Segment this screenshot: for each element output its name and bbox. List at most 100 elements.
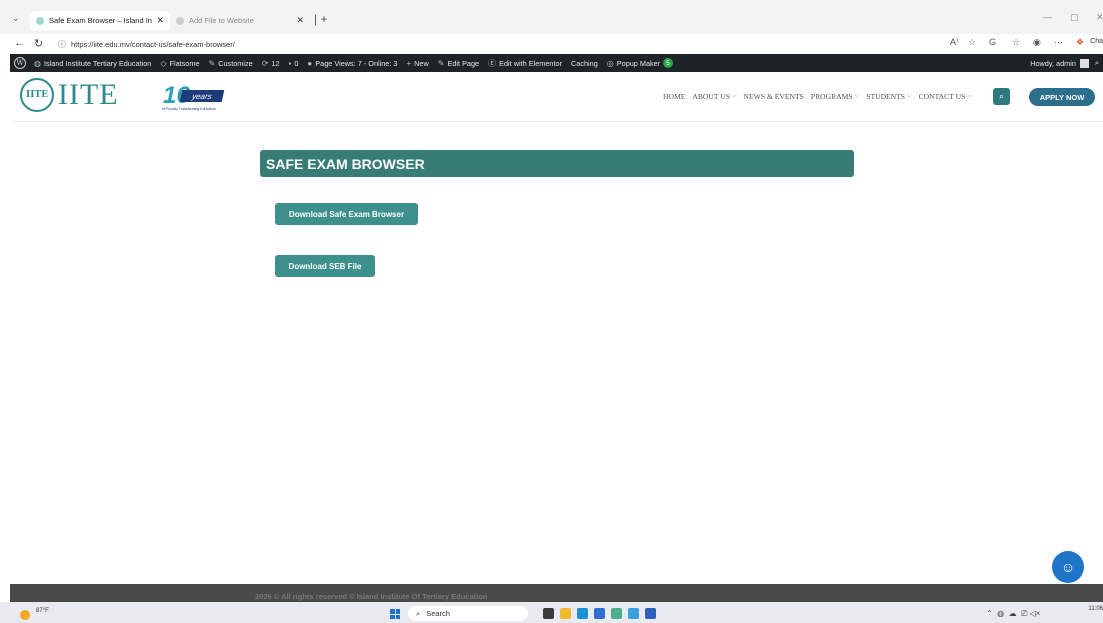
nav-home[interactable]: HOME [663, 92, 685, 101]
updates-icon: ⟳ [261, 58, 269, 68]
copilot-icon[interactable]: ❖ [1076, 37, 1084, 48]
favorite-star-icon[interactable]: ☆ [968, 37, 976, 48]
nav-news-events[interactable]: NEWS & EVENTS [744, 92, 804, 101]
avatar [1079, 58, 1089, 68]
nav-contact-us[interactable]: CONTACT US ⌵ [919, 92, 972, 101]
search-icon: ⌕ [416, 608, 421, 618]
wp-popup-maker[interactable]: ◎ Popup Maker 5 [607, 58, 673, 68]
wordpress-logo-icon[interactable]: W [14, 57, 26, 69]
site-info-icon[interactable]: ⓘ [58, 39, 66, 50]
wp-account[interactable]: Howdy, admin ⌕ [1030, 54, 1099, 72]
tab-close-icon[interactable]: ✕ [296, 15, 304, 26]
wp-site-name[interactable]: ◍ Island Institute Tertiary Education [34, 59, 151, 68]
favorites-icon[interactable]: ☆ [1012, 37, 1020, 48]
minimize-icon[interactable]: — [1043, 12, 1052, 22]
chatbot-robot-icon: ☺ [1060, 559, 1076, 575]
back-arrow-icon[interactable]: ← [14, 37, 25, 49]
taskbar-search-label: Search [426, 609, 450, 618]
chevron-down-icon: ⌵ [907, 93, 912, 99]
address-row: ← ↻ ⓘ https://iite.edu.mv/contact-us/saf… [0, 34, 1103, 54]
outlook-icon[interactable] [645, 608, 656, 619]
site-search-button[interactable]: ⌕ [993, 88, 1010, 105]
brush-icon: ✎ [208, 58, 216, 68]
app-icon[interactable] [628, 608, 639, 619]
years-ribbon: years [179, 90, 225, 102]
system-tray[interactable]: ⌃ ◍ ☁ ⎚ ◁× [986, 609, 1040, 619]
restore-icon[interactable]: ▢ [1070, 12, 1079, 23]
wp-edit-page[interactable]: ✎ Edit Page [438, 59, 479, 68]
download-safe-exam-browser-button[interactable]: Download Safe Exam Browser [275, 203, 418, 225]
weather-temperature[interactable]: 87°F [36, 608, 49, 614]
download-seb-file-button[interactable]: Download SEB File [275, 255, 375, 277]
tab-actions-chevron-icon[interactable]: ⌄ [12, 13, 20, 24]
page-title: SAFE EXAM BROWSER [260, 150, 854, 177]
stats-icon: ● [307, 58, 313, 68]
wp-new[interactable]: + New [406, 59, 428, 68]
nav-students[interactable]: STUDENTS ⌵ [866, 92, 911, 101]
weather-sun-icon[interactable] [20, 610, 30, 620]
chevron-down-icon: ⌵ [731, 93, 737, 99]
chevron-down-icon: ⌵ [967, 93, 972, 99]
address-bar[interactable]: ⓘ https://iite.edu.mv/contact-us/safe-ex… [52, 36, 932, 52]
clock-time: 11:06 [1088, 606, 1103, 612]
chevron-down-icon: ⌵ [854, 93, 860, 99]
more-menu-icon[interactable]: ··· [1054, 37, 1063, 47]
wp-updates[interactable]: ⟳ 12 [262, 59, 280, 68]
nav-about-us[interactable]: ABOUT US ⌵ [692, 92, 736, 101]
iite-seal-logo[interactable]: IITE [20, 78, 54, 112]
apply-now-button[interactable]: APPLY NOW [1029, 88, 1095, 106]
extension-icon[interactable]: G [989, 37, 996, 47]
site-header: IITE IITE 16 years of Proudly Transformi… [10, 72, 1103, 122]
file-explorer-icon[interactable] [560, 608, 571, 619]
profile-icon[interactable]: ◉ [1033, 37, 1041, 48]
browser-tab-strip: ⌄ Safe Exam Browser – Island Institu ✕ A… [0, 0, 1103, 34]
tab-add-file[interactable]: Add File to Website ✕ [170, 11, 310, 30]
tab-close-icon[interactable]: ✕ [156, 15, 164, 26]
site-favicon-icon [36, 16, 44, 25]
flatsome-icon: ◇ [160, 58, 167, 68]
taskbar-search[interactable]: ⌕ Search [408, 606, 528, 621]
tab-safe-exam-browser[interactable]: Safe Exam Browser – Island Institu ✕ [30, 11, 170, 30]
wp-elementor[interactable]: Ⓔ Edit with Elementor [488, 58, 562, 69]
plus-icon: + [406, 58, 412, 68]
refresh-icon[interactable]: ↻ [34, 37, 43, 50]
windows-start-icon[interactable] [390, 609, 400, 619]
nav-programs[interactable]: PROGRAMS ⌵ [811, 92, 859, 101]
wp-caching[interactable]: Caching [571, 59, 598, 68]
app-icon[interactable] [611, 608, 622, 619]
search-icon: ⌕ [998, 91, 1005, 101]
footer-copyright: 2026 © All rights reserved © Island Inst… [255, 592, 488, 601]
wp-page-views[interactable]: ● Page Views: 7 - Online: 3 [307, 59, 397, 68]
site-favicon-icon [176, 16, 184, 25]
howdy-text: Howdy, admin [1030, 58, 1076, 68]
tab-title: Add File to Website [189, 16, 254, 25]
site-footer: 2026 © All rights reserved © Island Inst… [10, 584, 1103, 602]
wp-customize[interactable]: ✎ Customize [209, 59, 253, 68]
edge-icon[interactable] [577, 608, 588, 619]
pencil-icon: ✎ [437, 58, 445, 68]
wp-search-icon[interactable]: ⌕ [1095, 58, 1099, 68]
tab-title: Safe Exam Browser – Island Institu [49, 16, 152, 25]
windows-taskbar: 87°F ⌕ Search ⌃ ◍ ☁ ⎚ ◁× 11:06 [0, 602, 1103, 623]
url-text: https://iite.edu.mv/contact-us/safe-exam… [71, 39, 235, 49]
store-icon[interactable] [594, 608, 605, 619]
close-window-icon[interactable]: ✕ [1096, 12, 1103, 23]
comment-icon: ▪ [288, 58, 292, 68]
taskbar-clock[interactable]: 11:06 [1076, 605, 1103, 613]
sixteen-years-badge: 16 years of Proudly Transforming Educati… [153, 82, 225, 114]
taskbar-apps [543, 608, 662, 619]
read-aloud-icon[interactable]: A⁾ [950, 37, 958, 48]
main-navigation: HOME ABOUT US ⌵ NEWS & EVENTS PROGRAMS ⌵ S… [663, 92, 979, 101]
dashboard-icon: ◍ [34, 58, 41, 68]
elementor-icon: Ⓔ [488, 58, 497, 68]
new-tab-icon[interactable]: | + [314, 12, 327, 26]
iite-logo-text[interactable]: IITE [58, 78, 119, 112]
years-tagline: of Proudly Transforming Education [162, 107, 216, 111]
copilot-label[interactable]: Cha [1090, 38, 1103, 45]
wp-theme-flatsome[interactable]: ◇ Flatsome [160, 59, 199, 68]
wp-comments[interactable]: ▪ 0 [289, 59, 299, 68]
task-view-icon[interactable] [543, 608, 554, 619]
popup-count-badge: 5 [663, 58, 673, 68]
popup-maker-icon: ◎ [606, 58, 614, 68]
chatbot-button[interactable]: ☺ [1052, 551, 1084, 583]
